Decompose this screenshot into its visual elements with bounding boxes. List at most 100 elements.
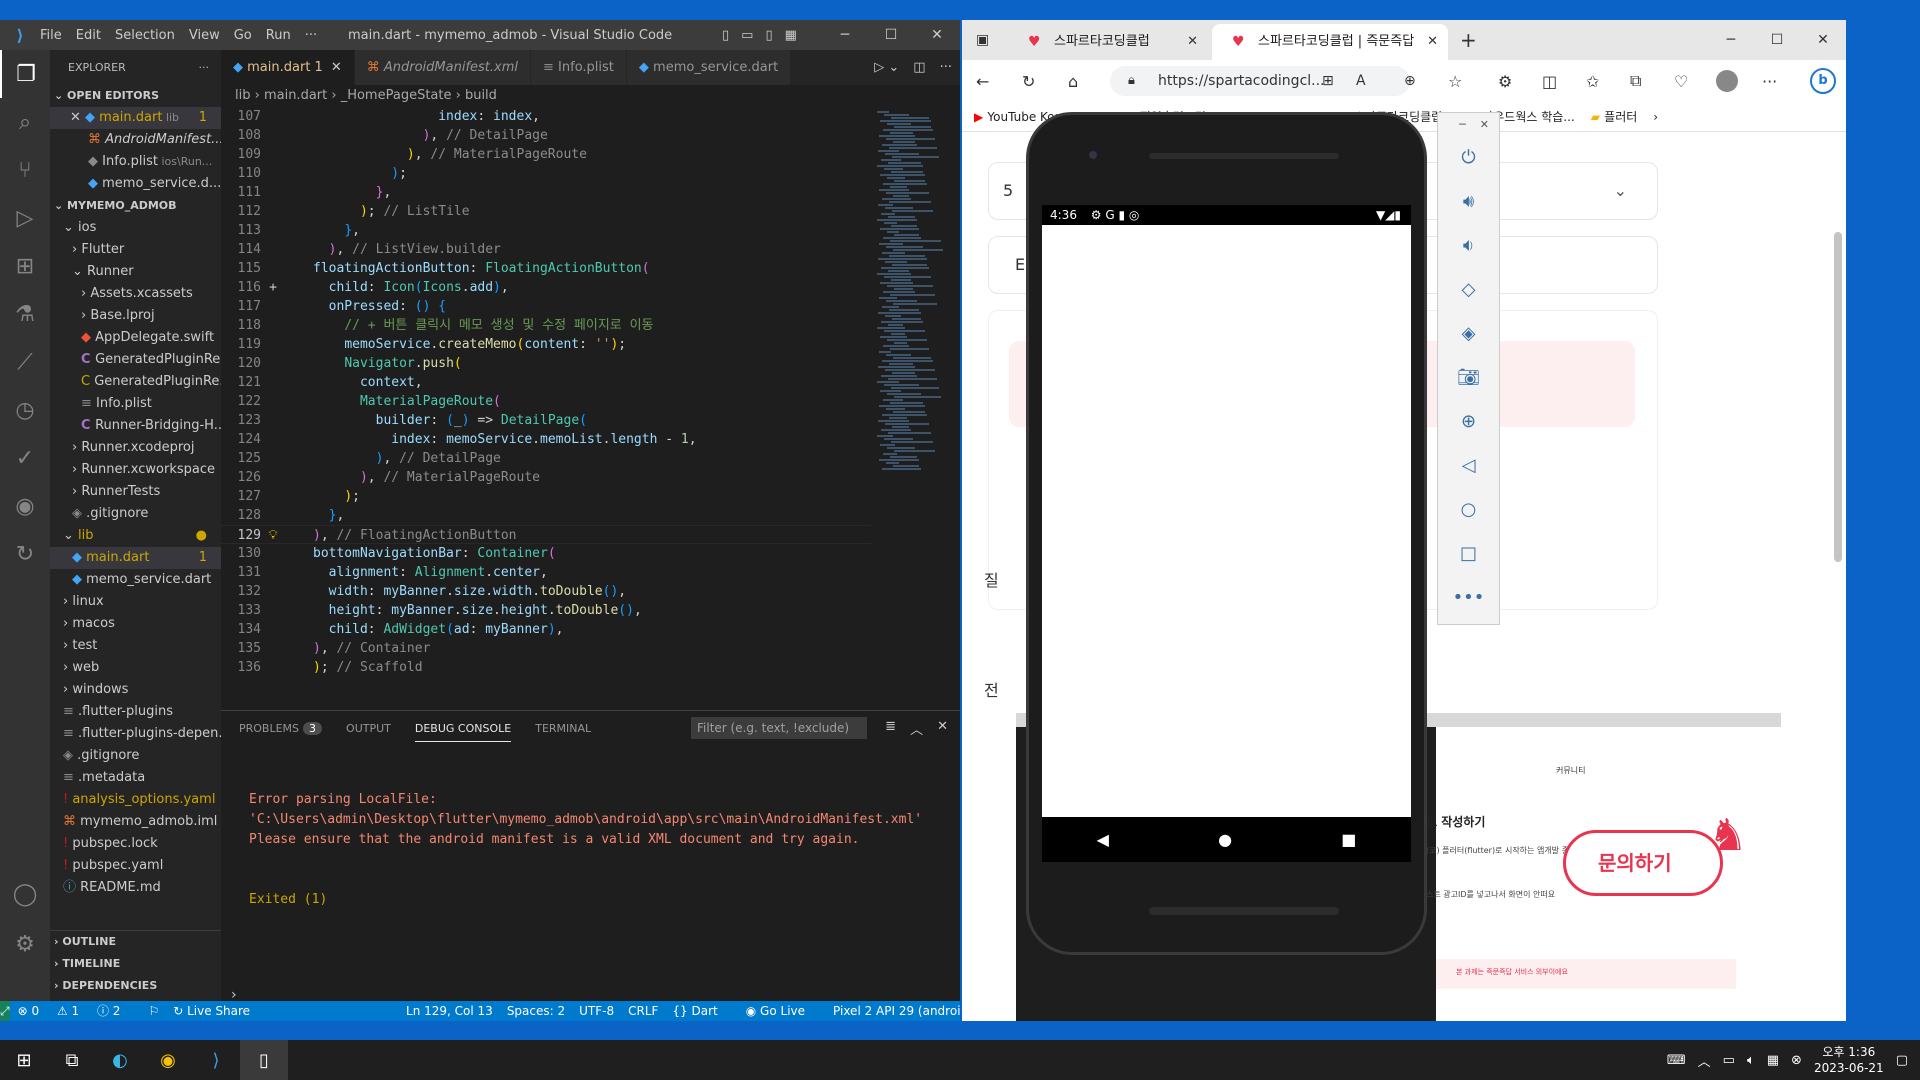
- profile-avatar[interactable]: [1716, 70, 1738, 92]
- new-tab-icon[interactable]: +: [1460, 28, 1477, 52]
- tree-item[interactable]: C GeneratedPluginRe...: [50, 371, 221, 393]
- back-icon[interactable]: ←: [976, 72, 989, 91]
- recents-nav-icon[interactable]: ■: [1341, 830, 1356, 849]
- tree-item[interactable]: › Runner.xcodeproj: [50, 437, 221, 459]
- home-nav-icon[interactable]: ●: [1218, 830, 1232, 849]
- settings-gear-icon[interactable]: ⚙: [0, 920, 50, 968]
- favorite-star-icon[interactable]: ☆: [1448, 72, 1462, 91]
- run-icon[interactable]: ▷ ⌄: [874, 60, 899, 75]
- app-blank-screen[interactable]: [1042, 225, 1411, 817]
- go-live[interactable]: ◉ Go Live: [746, 1001, 819, 1021]
- volume-up-icon[interactable]: 🔊︎: [1438, 179, 1499, 223]
- close-editor-icon[interactable]: ✕: [70, 110, 85, 125]
- more-actions-icon[interactable]: ···: [940, 60, 952, 75]
- more-icon[interactable]: •••: [1438, 575, 1499, 619]
- console-filter-input[interactable]: Filter (e.g. text, !exclude): [691, 717, 867, 739]
- task-view-icon[interactable]: ⧉: [48, 1040, 96, 1080]
- live-share-status[interactable]: ↻ Live Share: [173, 1001, 264, 1021]
- tree-item[interactable]: ! analysis_options.yaml: [50, 789, 221, 811]
- menu-item[interactable]: Run: [266, 28, 291, 43]
- expand-chevron-icon[interactable]: ⌄: [1614, 181, 1627, 200]
- emulator-taskbar-icon[interactable]: ▯: [240, 1040, 288, 1080]
- screenshot-camera-icon[interactable]: 📷︎: [1438, 355, 1499, 399]
- indentation[interactable]: Spaces: 2: [507, 1001, 565, 1021]
- ime-icon[interactable]: ▦: [1767, 1053, 1779, 1068]
- overview-icon[interactable]: □: [1438, 531, 1499, 575]
- language-mode[interactable]: {} Dart: [672, 1001, 731, 1021]
- emu-close-icon[interactable]: ✕: [1480, 118, 1489, 131]
- notification-icon[interactable]: ▢: [1896, 1053, 1908, 1068]
- timeline-icon[interactable]: ◷: [0, 386, 50, 434]
- tree-item[interactable]: ◈ .gitignore: [50, 745, 221, 767]
- project-section[interactable]: ⌄ MYMEMO_ADMOB: [50, 195, 221, 217]
- tree-item[interactable]: ◆ main.dart 1: [50, 547, 221, 569]
- tree-item[interactable]: ◈ .gitignore: [50, 503, 221, 525]
- menu-item[interactable]: Selection: [115, 28, 175, 43]
- open-editor-item[interactable]: ✕ ◆ main.dart lib 1: [50, 107, 221, 129]
- maximize-panel-icon[interactable]: ︿: [910, 719, 923, 738]
- tree-item[interactable]: › RunnerTests: [50, 481, 221, 503]
- tree-item[interactable]: › linux: [50, 591, 221, 613]
- breadcrumb-item[interactable]: _HomePageState: [341, 88, 452, 103]
- clock[interactable]: 오후 1:36 2023-06-21: [1814, 1044, 1884, 1076]
- check-icon[interactable]: ✓: [0, 434, 50, 482]
- github-icon[interactable]: ◉: [0, 482, 50, 530]
- run-debug-icon[interactable]: ▷: [0, 194, 50, 242]
- debug-status-icon[interactable]: ⚐: [148, 1001, 159, 1021]
- extensions-icon[interactable]: ⚙: [1498, 72, 1512, 91]
- browser-tab-active[interactable]: ♥ 스파르타코딩클럽 | 즉문즉답 ✕: [1212, 24, 1448, 60]
- explorer-more-icon[interactable]: ···: [199, 50, 210, 85]
- bing-icon[interactable]: b: [1810, 68, 1836, 94]
- tree-item[interactable]: ! pubspec.lock: [50, 833, 221, 855]
- tree-item[interactable]: › Assets.xcassets: [50, 283, 221, 305]
- browser-tab[interactable]: ♥ 스파르타코딩클럽 ✕: [1008, 24, 1208, 60]
- eol[interactable]: CRLF: [628, 1001, 658, 1021]
- close-button[interactable]: ✕: [914, 27, 960, 43]
- chrome-taskbar-icon[interactable]: ◉: [144, 1040, 192, 1080]
- close-tab-icon[interactable]: ✕: [1427, 24, 1438, 60]
- flutter-device[interactable]: Pixel 2 API 29 (android-x86 emulator): [833, 1001, 960, 1021]
- explorer-icon[interactable]: ❐: [0, 50, 50, 98]
- sidebar-section[interactable]: › DEPENDENCIES: [50, 975, 221, 997]
- network-icon[interactable]: ▭: [1723, 1053, 1735, 1068]
- editor-tab[interactable]: ◆ main.dart 1 ✕: [221, 50, 355, 85]
- minimize-button[interactable]: ─: [1708, 20, 1754, 60]
- tree-item[interactable]: ◆ AppDelegate.swift: [50, 327, 221, 349]
- menu-item[interactable]: Go: [234, 28, 252, 43]
- tree-item[interactable]: › web: [50, 657, 221, 679]
- testing-icon[interactable]: ⚗: [0, 290, 50, 338]
- keyboard-icon[interactable]: ⌨: [1667, 1053, 1686, 1068]
- editor-tab[interactable]: ◆ memo_service.dart: [626, 50, 792, 85]
- flutter-icon[interactable]: ⟋: [0, 338, 50, 386]
- windows-start-icon[interactable]: ⊞: [0, 1040, 48, 1080]
- tree-item[interactable]: › Runner.xcworkspace: [50, 459, 221, 481]
- tree-item[interactable]: ⌄ Runner: [50, 261, 221, 283]
- tab-actions-icon[interactable]: ▣: [976, 32, 989, 48]
- open-editor-item[interactable]: ◆ Info.plist ios\Run...: [50, 151, 221, 173]
- breadcrumb-item[interactable]: lib: [235, 88, 250, 103]
- rotate-left-icon[interactable]: ◇: [1438, 267, 1499, 311]
- favorites-icon[interactable]: ✩: [1586, 72, 1599, 91]
- clear-console-icon[interactable]: ≣: [885, 719, 896, 738]
- editor-tab[interactable]: ⌘ AndroidManifest.xml: [354, 50, 532, 85]
- account-icon[interactable]: ◯: [0, 870, 50, 918]
- split-screen-icon[interactable]: ◫: [1542, 72, 1557, 91]
- maximize-button[interactable]: ☐: [1754, 20, 1800, 60]
- power-icon[interactable]: ⏻: [1438, 135, 1499, 179]
- toggle-sidebar-icon[interactable]: ▯: [722, 28, 729, 43]
- open-editors-section[interactable]: ⌄ OPEN EDITORS: [50, 85, 221, 107]
- toggle-panel-icon[interactable]: ▭: [741, 28, 753, 43]
- browser-essentials-icon[interactable]: ♡: [1674, 72, 1688, 91]
- split-editor-icon[interactable]: ◫: [913, 60, 925, 75]
- lightbulb-icon[interactable]: 💡︎: [263, 526, 283, 543]
- tree-item[interactable]: ⌄ lib ●: [50, 525, 221, 547]
- maximize-button[interactable]: ☐: [868, 27, 914, 43]
- app-available-icon[interactable]: ⊞: [1322, 73, 1334, 89]
- live-share-icon[interactable]: ↻: [0, 530, 50, 578]
- zoom-icon[interactable]: ⊕: [1404, 73, 1416, 89]
- home-icon[interactable]: ○: [1438, 487, 1499, 531]
- rotate-right-icon[interactable]: ◈: [1438, 311, 1499, 355]
- close-tab-icon[interactable]: ✕: [1187, 24, 1198, 60]
- home-icon[interactable]: ⌂: [1068, 72, 1078, 91]
- open-editor-item[interactable]: ⌘ AndroidManifest...: [50, 129, 221, 151]
